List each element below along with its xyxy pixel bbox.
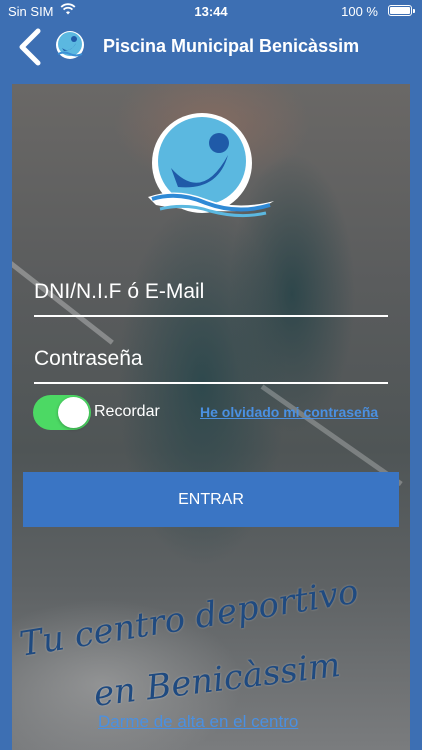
slogan-line-2: en Benicàssim — [91, 644, 343, 715]
swimmer-logo-icon — [146, 113, 280, 223]
username-field[interactable]: DNI/N.I.F ó E-Mail — [34, 280, 388, 317]
login-button[interactable]: ENTRAR — [23, 472, 399, 527]
password-placeholder: Contraseña — [34, 347, 143, 370]
slogan: Tu centro deportivo en Benicàssim — [17, 572, 420, 715]
signup-link[interactable]: Darme de alta en el centro — [98, 712, 298, 732]
forgot-password-link[interactable]: He olvidado mi contraseña — [200, 404, 378, 420]
background-rail — [260, 384, 403, 487]
password-underline — [34, 382, 388, 384]
status-bar: Sin SIM 13:44 100 % — [0, 0, 422, 22]
page-title: Piscina Municipal Benicàssim — [103, 36, 360, 56]
remember-toggle[interactable] — [33, 395, 91, 430]
remember-label: Recordar — [94, 403, 160, 420]
navigation-bar: Piscina Municipal Benicàssim — [0, 22, 422, 72]
chevron-left-icon — [19, 28, 41, 66]
app-logo-icon — [54, 30, 86, 62]
battery-percentage: 100 % — [341, 4, 378, 19]
battery-icon — [388, 5, 415, 16]
username-underline — [34, 315, 388, 317]
back-button[interactable] — [12, 27, 46, 67]
toggle-knob — [58, 397, 89, 428]
username-placeholder: DNI/N.I.F ó E-Mail — [34, 280, 205, 303]
password-field[interactable]: Contraseña — [34, 347, 388, 384]
